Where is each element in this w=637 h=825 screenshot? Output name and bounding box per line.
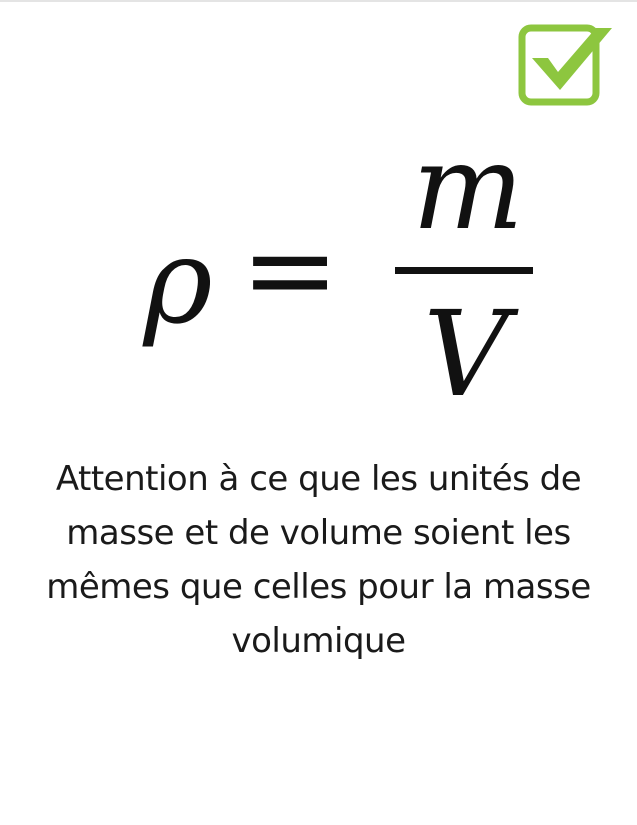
checkbox-checked-icon <box>518 24 612 106</box>
fraction-bar <box>395 267 533 274</box>
formula-rho: ρ <box>141 212 212 350</box>
formula-denominator: V <box>423 285 519 410</box>
formula-equals: = <box>241 200 340 338</box>
top-divider <box>0 0 637 2</box>
density-formula: ρ = m V <box>141 150 533 410</box>
note-text: Attention à ce que les unités de masse e… <box>46 459 591 661</box>
formula-numerator: m <box>412 150 524 256</box>
